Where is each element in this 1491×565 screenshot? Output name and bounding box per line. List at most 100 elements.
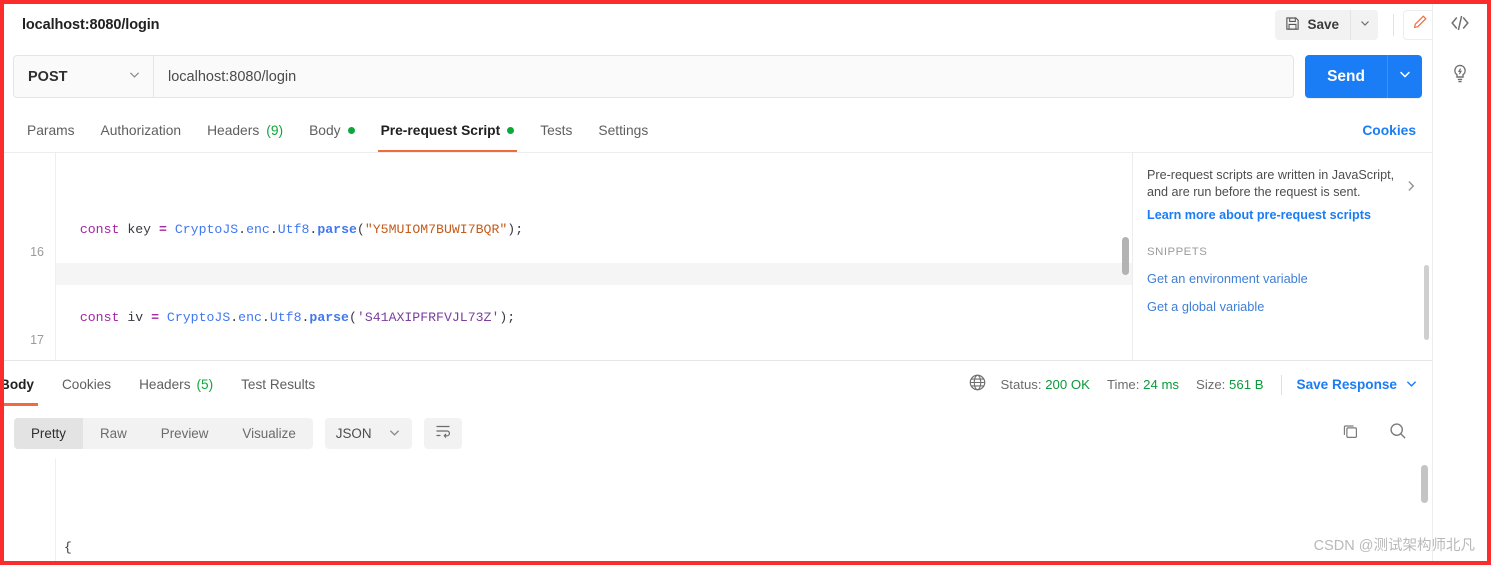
line-content: const key = CryptoJS.enc.Utf8.parse("Y5M… [64,219,523,241]
collapse-help-pane-button[interactable] [1404,179,1418,198]
watermark: CSDN @测试架构师北凡 [1314,534,1475,555]
api-suggestions-button[interactable] [1448,62,1472,91]
copy-icon [1341,428,1360,445]
response-body-viewer[interactable]: 1 { 2 "username": "idlkPEgUagmSaTHZW8MpP… [4,459,1432,561]
snippets-heading: SNIPPETS [1147,246,1416,258]
save-response-label: Save Response [1297,377,1398,392]
tab-settings[interactable]: Settings [585,108,661,152]
line-content: { [64,536,72,559]
response-format-value: JSON [336,426,372,441]
view-visualize-button[interactable]: Visualize [225,418,312,449]
pencil-icon [1412,14,1428,35]
tab-label: Body [0,377,34,392]
tab-label: Cookies [62,377,111,392]
snippet-get-global-variable[interactable]: Get a global variable [1147,299,1416,314]
status-value: 200 OK [1045,377,1090,392]
save-group: Save [1275,10,1378,40]
response-scrollbar-thumb[interactable] [1421,465,1428,503]
editor-code: 16 const key = CryptoJS.enc.Utf8.parse("… [4,153,1132,360]
request-tabs: Params Authorization Headers (9) Body Pr… [4,108,1432,152]
tab-label: Tests [540,123,572,138]
aes-iv-value: S41AXIPFRFVJL73Z [365,310,492,325]
response-json: 1 { 2 "username": "idlkPEgUagmSaTHZW8MpP… [4,467,1432,561]
response-tab-headers[interactable]: Headers (5) [125,361,227,409]
copy-button[interactable] [1341,422,1360,446]
tab-badge: (9) [266,123,283,138]
tab-label: Pre-request Script [381,123,501,138]
response-body-actions [1341,421,1432,446]
chevron-down-icon [128,68,141,86]
response-view-segmented-control: Pretty Raw Preview Visualize [14,418,313,449]
cookies-link[interactable]: Cookies [1362,123,1416,138]
search-response-button[interactable] [1388,421,1408,446]
globe-icon [968,373,987,397]
tab-label: Headers [139,377,190,392]
tab-authorization[interactable]: Authorization [88,108,195,152]
script-editor[interactable]: 16 const key = CryptoJS.enc.Utf8.parse("… [4,153,1132,360]
save-button[interactable]: Save [1275,10,1350,40]
line-content: const iv = CryptoJS.enc.Utf8.parse('S41A… [64,307,515,329]
script-help-pane: Pre-request scripts are written in JavaS… [1132,153,1432,360]
help-description: Pre-request scripts are written in JavaS… [1147,167,1397,201]
tab-body[interactable]: Body [296,108,367,152]
request-url-input[interactable]: localhost:8080/login [153,55,1294,98]
status-dot-icon [507,127,514,134]
time-value: 24 ms [1143,377,1179,392]
response-format-select[interactable]: JSON [325,418,412,449]
view-pretty-button[interactable]: Pretty [14,418,83,449]
tab-label: Test Results [241,377,315,392]
pre-request-script-area: 16 const key = CryptoJS.enc.Utf8.parse("… [4,152,1432,360]
chevron-down-icon [1405,377,1418,393]
right-side-rail [1432,4,1487,561]
code-brackets-icon [1448,22,1472,39]
lightbulb-icon [1448,73,1472,90]
status-label: Status: [1000,377,1041,392]
tab-params[interactable]: Params [14,108,88,152]
code-snippet-button[interactable] [1448,11,1472,40]
chevron-right-icon [1404,180,1418,197]
json-line: 1 { [4,536,1432,559]
save-button-label: Save [1307,17,1339,32]
time-label: Time: [1107,377,1139,392]
tab-label: Settings [598,123,648,138]
line-number: 17 [4,329,44,351]
response-size: Size: 561 B [1196,377,1263,392]
response-tabs-row: Body Cookies Headers (5) Test Results St… [4,360,1432,408]
send-button[interactable]: Send [1305,55,1387,98]
response-tab-cookies[interactable]: Cookies [48,361,125,409]
top-bar: localhost:8080/login Save [4,4,1487,45]
status-dot-icon [348,127,355,134]
tab-pre-request-script[interactable]: Pre-request Script [368,108,528,152]
snippet-get-environment-variable[interactable]: Get an environment variable [1147,271,1416,286]
response-tab-test-results[interactable]: Test Results [227,361,329,409]
http-method-select[interactable]: POST [13,55,153,98]
toolbar-divider [1393,14,1394,36]
request-url-row: POST localhost:8080/login Send [4,45,1432,108]
help-pane-scrollbar-thumb[interactable] [1424,265,1429,340]
http-method-value: POST [28,69,67,85]
line-number: 1 [4,559,44,561]
request-tab-title[interactable]: localhost:8080/login [22,17,159,33]
wrap-lines-icon [434,422,452,445]
wrap-lines-button[interactable] [424,418,462,449]
tab-tests[interactable]: Tests [527,108,585,152]
chevron-down-icon [1359,16,1371,34]
send-group: Send [1305,55,1422,98]
size-value: 561 B [1229,377,1263,392]
code-line: 16 const key = CryptoJS.enc.Utf8.parse("… [4,219,1132,241]
view-preview-button[interactable]: Preview [144,418,226,449]
view-raw-button[interactable]: Raw [83,418,144,449]
floppy-disk-icon [1285,16,1300,34]
chevron-down-icon [388,426,401,442]
editor-scrollbar-thumb[interactable] [1122,237,1129,275]
aes-key-value: Y5MUIOM7BUWI7BQR [373,222,500,237]
save-response-button[interactable]: Save Response [1297,377,1419,393]
editor-scrollbar[interactable] [1122,153,1130,360]
response-tab-body[interactable]: Body [0,361,48,409]
tab-label: Headers [207,123,259,138]
learn-more-link[interactable]: Learn more about pre-request scripts [1147,208,1416,222]
response-time: Time: 24 ms [1107,377,1179,392]
save-options-button[interactable] [1350,10,1378,40]
tab-headers[interactable]: Headers (9) [194,108,296,152]
send-options-button[interactable] [1387,55,1422,98]
